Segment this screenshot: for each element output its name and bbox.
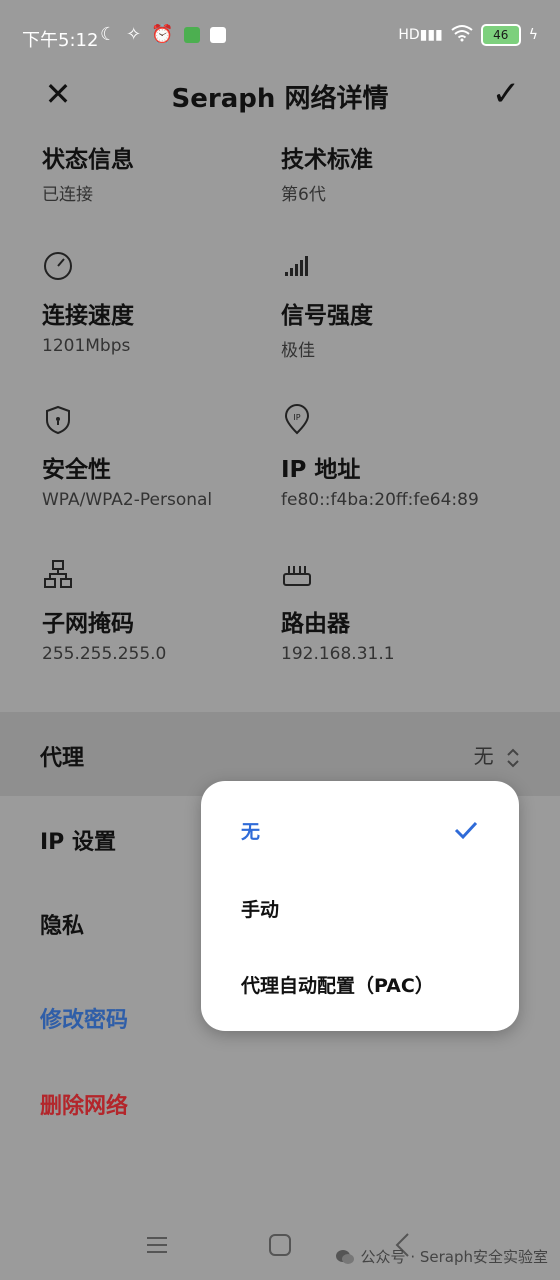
ip-pin-icon: IP [284, 404, 310, 435]
app-notification-icon [209, 27, 226, 43]
ip-address-label: IP 地址 [281, 457, 361, 483]
home-icon[interactable] [265, 1230, 295, 1260]
connection-speed-label: 连接速度 [42, 303, 134, 329]
proxy-options-popup: 无 手动 代理自动配置（PAC） [201, 781, 519, 1031]
status-icons-right: HD▮▮▮ 46 ϟ [398, 24, 538, 46]
security: 安全性 WPA/WPA2-Personal [42, 404, 282, 510]
proxy-value-text: 无 [473, 744, 494, 768]
router-icon [283, 566, 311, 586]
top-bar: ✕ Seraph 网络详情 ✓ [0, 70, 560, 120]
battery-icon: 46 [480, 24, 521, 46]
chevron-updown-icon [507, 748, 519, 767]
signal-strength: 信号强度 极佳 [281, 250, 521, 361]
security-value: WPA/WPA2-Personal [42, 490, 213, 510]
navigation-bar [0, 1200, 560, 1280]
privacy-label: 隐私 [40, 914, 85, 939]
shield-icon [46, 405, 70, 435]
speedometer-icon [44, 252, 72, 280]
router-value: 192.168.31.1 [281, 644, 395, 664]
change-password-label: 修改密码 [40, 1008, 129, 1033]
alarm-icon: ⏰ [151, 24, 174, 45]
svg-text:IP: IP [293, 413, 300, 422]
status-icons-left: ☾ ✧ ⏰ [100, 24, 226, 45]
watermark-text: 公众号 · Seraph安全实验室 [360, 1248, 548, 1266]
confirm-button[interactable]: ✓ [486, 74, 526, 114]
signal-strength-label: 信号强度 [281, 303, 373, 329]
security-label: 安全性 [42, 457, 111, 483]
app-notification-icon [183, 27, 200, 43]
delete-network-label: 删除网络 [40, 1094, 129, 1119]
connection-speed: 连接速度 1201Mbps [42, 250, 282, 356]
status-time: 下午5:12 [22, 30, 99, 51]
status-info-label: 状态信息 [42, 147, 134, 173]
subnet-mask-value: 255.255.255.0 [42, 644, 167, 664]
option-pac[interactable]: 代理自动配置（PAC） [241, 971, 434, 998]
network-tree-icon [44, 560, 72, 588]
connection-speed-value: 1201Mbps [42, 336, 131, 356]
page-title: Seraph 网络详情 [171, 84, 389, 114]
wechat-icon [335, 1249, 354, 1264]
hd-signal-icon: HD▮▮▮ [398, 27, 443, 43]
wifi-icon [451, 24, 473, 46]
menu-icon[interactable] [142, 1230, 172, 1260]
check-icon [454, 821, 478, 840]
tech-standard-label: 技术标准 [281, 147, 373, 173]
subnet-mask: 子网掩码 255.255.255.0 [42, 558, 282, 664]
check-icon: ✓ [491, 74, 521, 114]
tech-standard: 技术标准 第6代 [281, 140, 521, 205]
proxy-value: 无 [474, 740, 520, 769]
mute-icon: ✧ [126, 24, 142, 45]
delete-network-row[interactable]: 删除网络 [0, 1060, 560, 1144]
signal-bars-icon [285, 256, 308, 276]
ip-address-value: fe80::f4ba:20ff:fe64:89 [281, 490, 479, 510]
option-none[interactable]: 无 [241, 817, 260, 844]
tech-standard-value: 第6代 [281, 185, 326, 205]
ip-address: IP IP 地址 fe80::f4ba:20ff:fe64:89 [281, 404, 505, 510]
router: 路由器 192.168.31.1 [281, 558, 521, 664]
signal-strength-value: 极佳 [281, 341, 315, 361]
ip-settings-label: IP 设置 [40, 830, 116, 855]
status-bar: 下午5:12 ☾ ✧ ⏰ HD▮▮▮ 46 ϟ [0, 0, 560, 70]
router-label: 路由器 [281, 611, 350, 637]
option-manual[interactable]: 手动 [241, 895, 279, 922]
status-info: 状态信息 已连接 [42, 140, 282, 205]
proxy-label: 代理 [40, 746, 85, 771]
subnet-mask-label: 子网掩码 [42, 611, 134, 637]
charging-icon: ϟ [528, 27, 538, 43]
watermark: 公众号 · Seraph安全实验室 [335, 1246, 548, 1267]
status-info-value: 已连接 [42, 185, 93, 205]
moon-icon: ☾ [100, 24, 117, 45]
